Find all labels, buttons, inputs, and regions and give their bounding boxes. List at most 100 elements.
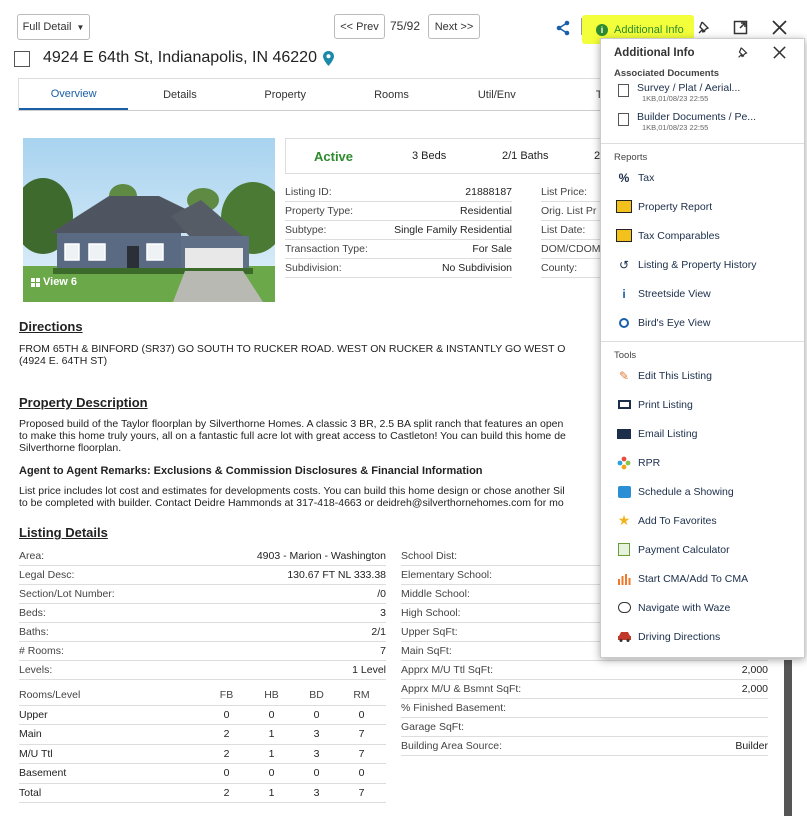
scrollbar[interactable] xyxy=(784,660,792,816)
menu-item-navigate-waze[interactable]: Navigate with Waze xyxy=(601,593,804,622)
table-row: M/U Ttl 2 1 3 7 xyxy=(19,745,386,764)
menu-item-start-cma[interactable]: Start CMA/Add To CMA xyxy=(601,564,804,593)
details-row: % Finished Basement: xyxy=(401,699,768,718)
listing-address: 4924 E 64th St, Indianapolis, IN 46220 xyxy=(43,49,317,66)
document-item[interactable]: Builder Documents / Pe... 1KB,01/08/23 2… xyxy=(601,111,804,139)
menu-item-label: Driving Directions xyxy=(638,630,721,643)
associated-documents-heading: Associated Documents xyxy=(614,68,720,79)
rpr-icon xyxy=(616,456,632,470)
listing-photo[interactable]: View 6 xyxy=(23,138,275,302)
pegman-icon: i xyxy=(622,286,626,301)
table-cell: 0 xyxy=(223,708,230,721)
menu-item-edit-listing[interactable]: ✎ Edit This Listing xyxy=(601,361,804,390)
details-label: Upper SqFt: xyxy=(401,626,458,638)
menu-item-property-report[interactable]: Property Report xyxy=(601,192,804,221)
menu-close-icon[interactable] xyxy=(773,46,786,59)
select-listing-checkbox[interactable] xyxy=(14,51,30,67)
document-meta: 1KB,01/08/23 22:55 xyxy=(642,94,709,103)
prev-button[interactable]: << Prev xyxy=(334,14,385,39)
next-button-label: Next >> xyxy=(434,20,474,33)
menu-item-label: Start CMA/Add To CMA xyxy=(638,572,749,585)
close-icon[interactable] xyxy=(772,20,787,35)
table-row: Upper 0 0 0 0 xyxy=(19,706,386,725)
prev-button-label: << Prev xyxy=(340,20,379,33)
pin-icon[interactable] xyxy=(696,20,712,36)
table-cell: 0 xyxy=(223,767,230,780)
status-beds: 3 Beds xyxy=(412,150,447,162)
menu-item-label: Bird's Eye View xyxy=(638,316,711,329)
table-cell: 0 xyxy=(268,708,275,721)
map-pin-icon[interactable] xyxy=(323,51,334,66)
column-header: Rooms/Level xyxy=(19,689,81,702)
details-label: Levels: xyxy=(19,664,53,676)
menu-item-tax-comparables[interactable]: Tax Comparables xyxy=(601,221,804,250)
menu-item-label: Payment Calculator xyxy=(638,543,730,556)
table-cell: 3 xyxy=(313,786,320,799)
summary-row: Property Type: Residential xyxy=(285,202,512,221)
column-header: RM xyxy=(353,689,370,702)
menu-divider xyxy=(601,341,804,342)
tab-property[interactable]: Property xyxy=(232,79,339,110)
chart-icon xyxy=(616,572,632,586)
summary-label: DOM/CDOM xyxy=(541,243,601,255)
menu-title: Additional Info xyxy=(614,47,695,59)
tab-bar: Overview Details Property Rooms Util/Env… xyxy=(18,78,618,111)
table-row: Total 2 1 3 7 xyxy=(19,784,386,803)
menu-item-add-favorites[interactable]: ★ Add To Favorites xyxy=(601,506,804,535)
summary-label: Transaction Type: xyxy=(285,243,368,255)
table-cell: 3 xyxy=(313,747,320,760)
document-name: Survey / Plat / Aerial... xyxy=(637,82,741,94)
table-row: Basement 0 0 0 0 xyxy=(19,764,386,784)
tab-overview[interactable]: Overview xyxy=(19,79,129,110)
details-value: Builder xyxy=(735,740,768,752)
car-icon xyxy=(616,630,632,644)
menu-item-tax[interactable]: % Tax xyxy=(601,163,804,192)
menu-item-label: Listing & Property History xyxy=(638,258,757,271)
summary-row: County: xyxy=(541,259,601,278)
menu-divider xyxy=(601,143,804,144)
menu-item-listing-history[interactable]: ↺ Listing & Property History xyxy=(601,250,804,279)
details-label: School Dist: xyxy=(401,550,458,562)
table-cell: 7 xyxy=(358,786,365,799)
pencil-icon: ✎ xyxy=(618,368,630,383)
email-icon xyxy=(616,427,632,441)
menu-item-streetside-view[interactable]: i Streetside View xyxy=(601,279,804,308)
calculator-icon xyxy=(616,543,632,557)
menu-item-label: Property Report xyxy=(638,200,713,213)
status-active: Active xyxy=(314,148,354,164)
menu-item-email-listing[interactable]: Email Listing xyxy=(601,419,804,448)
agent-remarks-heading: Agent to Agent Remarks: Exclusions & Com… xyxy=(19,465,483,477)
calendar-icon xyxy=(616,485,632,499)
menu-item-rpr[interactable]: RPR xyxy=(601,448,804,477)
details-label: % Finished Basement: xyxy=(401,702,507,714)
star-icon: ★ xyxy=(617,512,631,528)
view-select[interactable]: Full Detail ▼ xyxy=(17,14,90,40)
document-item[interactable]: Survey / Plat / Aerial... 1KB,01/08/23 2… xyxy=(601,82,804,110)
details-row: Area: 4903 - Marion - Washington xyxy=(19,547,386,566)
tab-details[interactable]: Details xyxy=(128,79,231,110)
summary-row: List Date: xyxy=(541,221,601,240)
tax-comparables-icon xyxy=(616,229,632,243)
menu-item-schedule-showing[interactable]: Schedule a Showing xyxy=(601,477,804,506)
summary-row: DOM/CDOM xyxy=(541,240,601,259)
document-icon xyxy=(618,113,629,126)
menu-item-print-listing[interactable]: Print Listing xyxy=(601,390,804,419)
photo-view-badge[interactable]: View 6 xyxy=(31,276,77,288)
open-external-icon[interactable] xyxy=(733,20,748,35)
details-row: # Rooms: 7 xyxy=(19,642,386,661)
menu-item-driving-directions[interactable]: Driving Directions xyxy=(601,622,804,651)
details-row: Section/Lot Number: /0 xyxy=(19,585,386,604)
details-label: Baths: xyxy=(19,626,49,638)
next-button[interactable]: Next >> xyxy=(428,14,480,39)
report-icon xyxy=(616,200,632,214)
menu-item-birds-eye-view[interactable]: Bird's Eye View xyxy=(601,308,804,337)
tab-util-env[interactable]: Util/Env xyxy=(444,79,549,110)
tab-rooms[interactable]: Rooms xyxy=(339,79,444,110)
details-label: Apprx M/U & Bsmnt SqFt: xyxy=(401,683,522,695)
summary-value: Residential xyxy=(460,205,512,217)
share-icon[interactable] xyxy=(555,20,571,36)
menu-item-payment-calculator[interactable]: Payment Calculator xyxy=(601,535,804,564)
caret-down-icon: ▼ xyxy=(76,22,85,32)
menu-pin-icon[interactable] xyxy=(736,46,750,60)
details-label: Middle School: xyxy=(401,588,470,600)
